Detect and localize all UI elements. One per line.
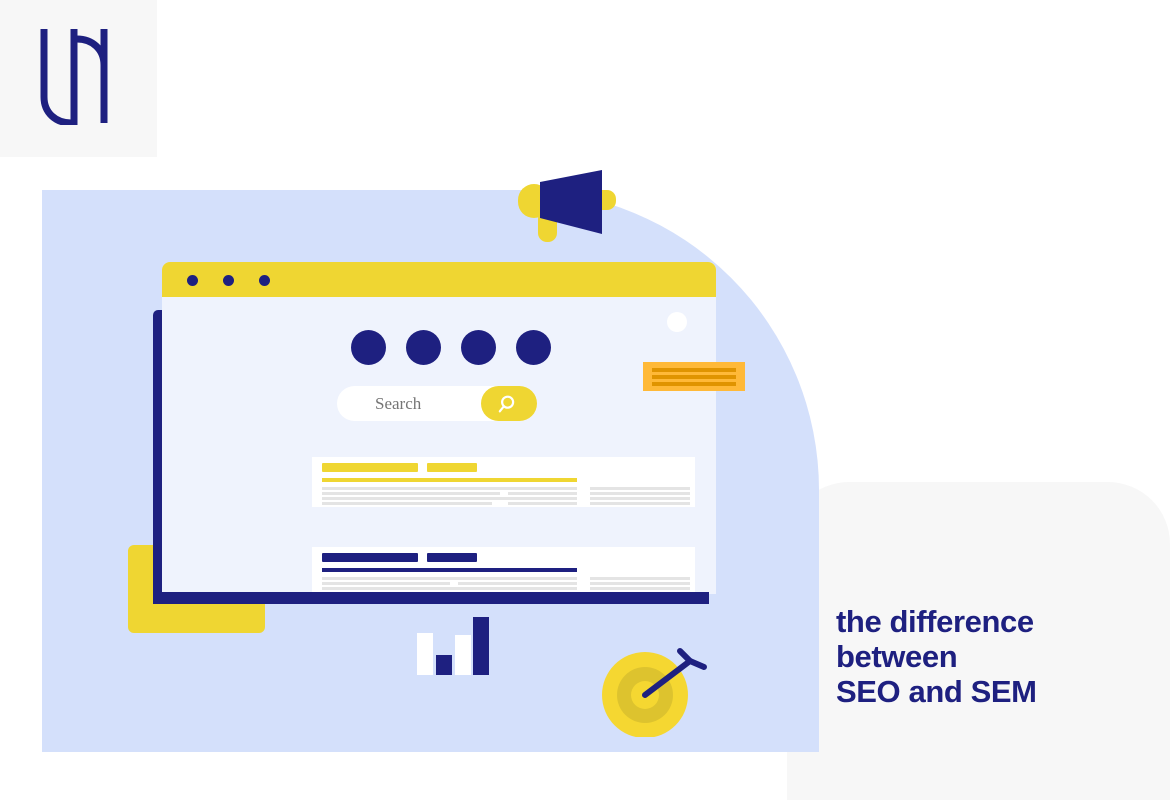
result-text-line: [322, 587, 577, 590]
ad-banner-line: [652, 368, 736, 372]
result-text-line: [590, 502, 690, 505]
result-text-line: [590, 497, 690, 500]
monitor-frame-bottom: [153, 592, 709, 604]
illustration-canvas: the difference between SEO and SEM: [0, 0, 1170, 800]
result-underline: [322, 568, 577, 572]
result-underline: [322, 478, 577, 482]
decorative-circle: [667, 312, 687, 332]
result-heading-bar-2: [427, 553, 477, 562]
result-text-line: [458, 582, 577, 585]
chart-bar-2: [436, 655, 452, 675]
ad-banner-line: [652, 382, 736, 386]
result-text-line: [590, 487, 690, 490]
headline-line-1: the difference: [836, 604, 1034, 639]
result-text-line: [322, 492, 500, 495]
result-text-line: [508, 502, 577, 505]
search-input[interactable]: [337, 392, 487, 415]
browser-window: [162, 262, 716, 594]
ad-banner[interactable]: [643, 362, 745, 391]
browser-titlebar: [162, 262, 716, 297]
search-bar[interactable]: [337, 386, 537, 421]
brand-monogram-icon[interactable]: [38, 27, 116, 125]
search-icon: [498, 395, 515, 412]
result-text-line: [322, 497, 577, 500]
logo-panel: [0, 0, 157, 157]
window-dot-minimize-icon[interactable]: [223, 275, 234, 286]
result-text-line: [322, 577, 577, 580]
result-text-line: [508, 492, 577, 495]
result-text-line: [322, 502, 492, 505]
chart-bar-1: [417, 633, 433, 675]
nav-dot-1[interactable]: [351, 330, 386, 365]
page-title: the difference between SEO and SEM: [836, 604, 1136, 709]
result-heading-bar-2: [427, 463, 477, 472]
megaphone-icon: [518, 170, 616, 242]
bar-chart-icon: [417, 615, 489, 675]
result-text-line: [590, 587, 690, 590]
result-text-line: [590, 492, 690, 495]
result-heading-bar: [322, 553, 418, 562]
result-text-line: [322, 582, 450, 585]
nav-dot-3[interactable]: [461, 330, 496, 365]
search-result-card-navy[interactable]: [312, 547, 695, 594]
result-text-line: [322, 487, 577, 490]
headline-line-2: between: [836, 639, 958, 674]
nav-dot-4[interactable]: [516, 330, 551, 365]
headline-line-3: SEO and SEM: [836, 674, 1037, 709]
search-button[interactable]: [481, 386, 537, 421]
nav-dot-2[interactable]: [406, 330, 441, 365]
result-text-line: [590, 577, 690, 580]
target-icon: [602, 648, 707, 737]
search-result-card-yellow[interactable]: [312, 457, 695, 507]
result-text-line: [590, 582, 690, 585]
nav-dots-group: [351, 330, 551, 365]
window-dot-maximize-icon[interactable]: [259, 275, 270, 286]
chart-bar-3: [455, 635, 471, 675]
chart-bar-4: [473, 617, 489, 675]
window-dot-close-icon[interactable]: [187, 275, 198, 286]
ad-banner-line: [652, 375, 736, 379]
result-heading-bar: [322, 463, 418, 472]
